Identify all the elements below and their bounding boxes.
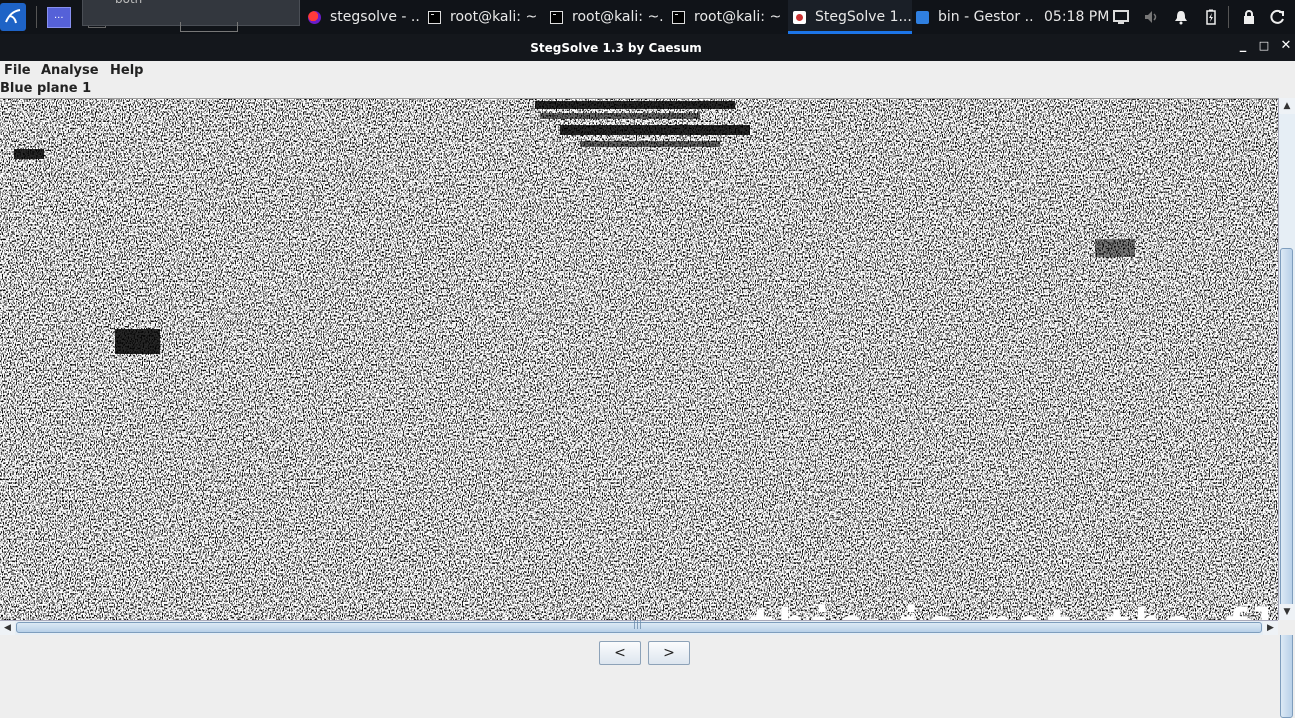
maximize-button[interactable]: □: [1257, 39, 1271, 53]
vertical-scrollbar[interactable]: ▲ ▼: [1278, 98, 1295, 718]
battery-icon[interactable]: [1203, 9, 1219, 25]
display-icon[interactable]: [1113, 9, 1129, 25]
kali-menu-icon[interactable]: [0, 3, 26, 31]
task-label: StegSolve 1....: [815, 9, 912, 25]
task-terminal-1[interactable]: root@kali: ~: [428, 0, 540, 34]
image-viewport[interactable]: this_is_not_the_flag: [0, 98, 1278, 621]
notifications-icon[interactable]: [1173, 9, 1189, 25]
bit-plane-image: [0, 99, 1278, 621]
scroll-down-arrow-icon[interactable]: ▼: [1279, 604, 1295, 620]
firefox-icon: [308, 10, 321, 24]
stegsolve-icon: [793, 10, 806, 24]
next-plane-button[interactable]: >: [648, 641, 690, 665]
volume-icon[interactable]: [1143, 9, 1159, 25]
panel-separator: [1228, 6, 1229, 28]
task-file-manager[interactable]: bin - Gestor ...: [916, 0, 1034, 34]
terminal-icon: [550, 10, 563, 24]
task-stegsolve[interactable]: StegSolve 1....: [788, 0, 912, 34]
scroll-left-arrow-icon[interactable]: ◀: [0, 621, 15, 635]
folder-icon: [916, 10, 929, 24]
horizontal-scrollbar[interactable]: ◀ ||| ▶: [0, 620, 1278, 635]
task-label: root@kali: ~: [450, 9, 538, 25]
minimize-button[interactable]: _: [1236, 39, 1250, 53]
plane-label: Blue plane 1: [0, 81, 92, 96]
workspace-switcher[interactable]: [180, 22, 238, 32]
menu-bar: File Analyse Help: [0, 61, 1295, 81]
scroll-corner: [1278, 620, 1295, 635]
dropdown-popup-text: both: [115, 0, 142, 6]
menu-file[interactable]: File: [4, 63, 31, 78]
top-panel: ... both stegsolve - ... root@kali: ~ ro…: [0, 0, 1295, 34]
hidden-text: this_is_not_the_flag: [748, 599, 1278, 621]
task-label: root@kali: ~...: [572, 9, 665, 25]
terminal-icon: [672, 10, 685, 24]
horizontal-scroll-thumb[interactable]: |||: [16, 620, 1262, 633]
clock[interactable]: 05:18 PM: [1044, 0, 1109, 34]
lock-icon[interactable]: [1241, 9, 1257, 25]
window-title: StegSolve 1.3 by Caesum: [530, 41, 702, 55]
task-firefox[interactable]: stegsolve - ...: [308, 0, 420, 34]
menu-help[interactable]: Help: [110, 63, 143, 78]
show-desktop-icon[interactable]: ...: [47, 7, 71, 28]
previous-plane-button[interactable]: <: [599, 641, 641, 665]
task-terminal-3[interactable]: root@kali: ~: [672, 0, 784, 34]
window-titlebar[interactable]: StegSolve 1.3 by Caesum _ □ ✕: [0, 34, 1295, 61]
logout-icon[interactable]: [1270, 9, 1286, 25]
menu-analyse[interactable]: Analyse: [41, 63, 99, 78]
scroll-right-arrow-icon[interactable]: ▶: [1263, 621, 1278, 635]
panel-separator: [36, 6, 37, 28]
task-label: root@kali: ~: [694, 9, 782, 25]
terminal-icon: [428, 10, 441, 24]
task-label: stegsolve - ...: [330, 9, 420, 25]
task-label: bin - Gestor ...: [938, 9, 1034, 25]
close-button[interactable]: ✕: [1279, 39, 1293, 53]
task-terminal-2[interactable]: root@kali: ~...: [550, 0, 665, 34]
vertical-scroll-thumb[interactable]: [1280, 248, 1293, 718]
grip-icon: |||: [633, 620, 643, 630]
scroll-up-arrow-icon[interactable]: ▲: [1279, 98, 1295, 114]
